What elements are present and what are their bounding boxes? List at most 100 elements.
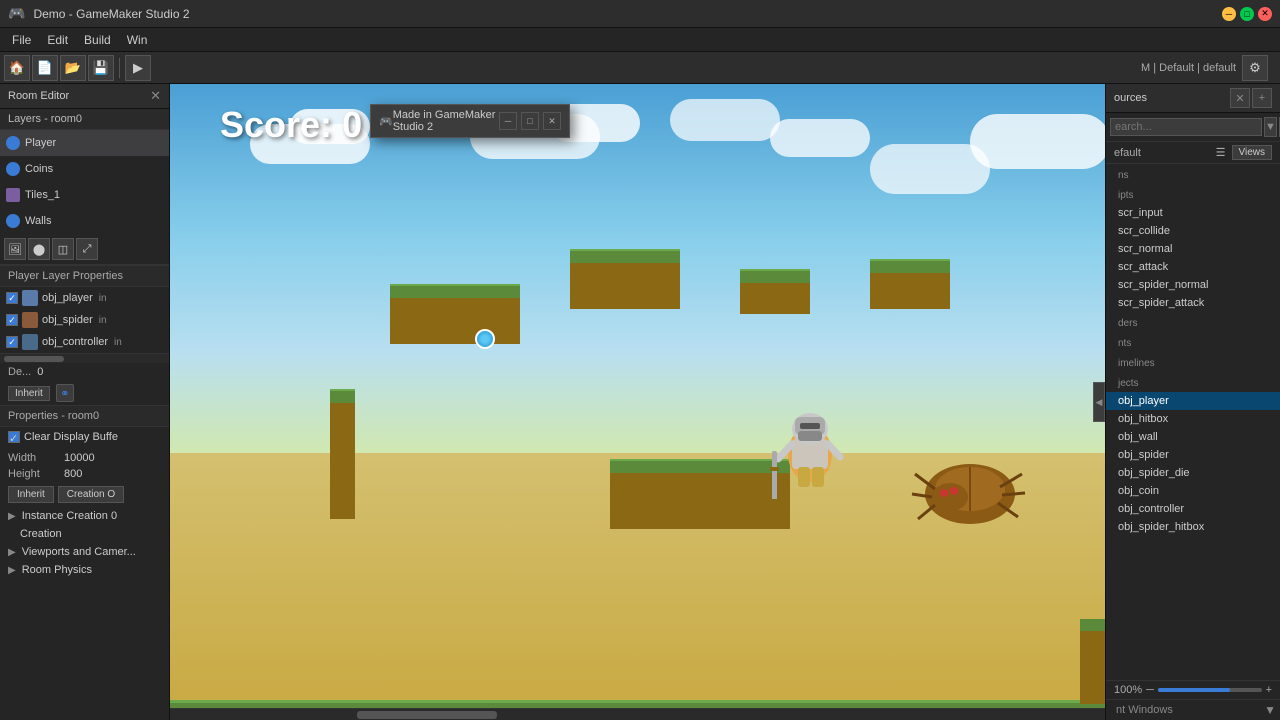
menu-win[interactable]: Win bbox=[119, 31, 156, 49]
instance-check-spider[interactable]: ✓ bbox=[6, 314, 18, 326]
player-layer-props-label: Player Layer Properties bbox=[8, 270, 123, 282]
views-icon: ☰ bbox=[1216, 146, 1226, 159]
instance-creation-row[interactable]: ▶ Instance Creation 0 bbox=[0, 507, 169, 525]
creation-button[interactable]: Creation O bbox=[58, 486, 124, 503]
bottom-scrollbar[interactable] bbox=[170, 708, 1105, 720]
bottom-tab-windows[interactable]: nt Windows bbox=[1110, 702, 1179, 718]
layers-header: Layers - room0 bbox=[0, 109, 169, 130]
right-panel: ources ✕ + ▼ ◀ ▶ efault ☰ Views ns ipts … bbox=[1105, 84, 1280, 720]
depth-value: 0 bbox=[37, 366, 43, 378]
platform-3 bbox=[740, 269, 810, 314]
left-panel: Room Editor ✕ Layers - room0 Player Coin… bbox=[0, 84, 170, 720]
layer-player[interactable]: Player bbox=[0, 130, 169, 156]
layer-tool-circle[interactable]: ⬤ bbox=[28, 238, 50, 260]
resource-obj-controller[interactable]: obj_controller bbox=[1106, 500, 1280, 518]
score-label: Score: bbox=[220, 104, 332, 145]
right-panel-add[interactable]: + bbox=[1252, 88, 1272, 108]
height-value: 800 bbox=[64, 468, 82, 480]
inherit-button[interactable]: Inherit bbox=[8, 386, 50, 401]
maximize-button[interactable]: □ bbox=[1240, 7, 1254, 21]
viewports-arrow: ▶ bbox=[8, 547, 16, 558]
resource-scr-attack[interactable]: scr_attack bbox=[1106, 258, 1280, 276]
room-physics-arrow: ▶ bbox=[8, 565, 16, 576]
chain-icon[interactable]: ⚭ bbox=[56, 384, 74, 402]
room-physics-row[interactable]: ▶ Room Physics bbox=[0, 561, 169, 579]
panel-close-button[interactable]: ✕ bbox=[150, 88, 161, 104]
platform-5 bbox=[610, 459, 790, 529]
popup-title-bar: 🎮 Made in GameMaker Studio 2 ─ □ ✕ bbox=[371, 105, 569, 137]
layer-coins[interactable]: Coins bbox=[0, 156, 169, 182]
platform-6 bbox=[330, 389, 355, 519]
resource-obj-wall[interactable]: obj_wall bbox=[1106, 428, 1280, 446]
toolbar-settings[interactable]: ⚙ bbox=[1242, 55, 1268, 81]
resource-scr-spider-normal[interactable]: scr_spider_normal bbox=[1106, 276, 1280, 294]
views-button[interactable]: Views bbox=[1232, 145, 1273, 160]
clear-display-checkbox[interactable]: ✓ bbox=[8, 431, 20, 443]
instance-obj-spider[interactable]: ✓ obj_spider in bbox=[0, 309, 169, 331]
resource-obj-spider-die[interactable]: obj_spider_die bbox=[1106, 464, 1280, 482]
search-input[interactable] bbox=[1110, 118, 1262, 136]
layer-tool-transform[interactable]: ⤢ bbox=[76, 238, 98, 260]
creation-tab-row[interactable]: Creation bbox=[0, 525, 169, 543]
instance-obj-controller[interactable]: ✓ obj_controller in bbox=[0, 331, 169, 353]
instance-icon-spider bbox=[22, 312, 38, 328]
properties-section: ✓ Clear Display Buffe bbox=[0, 427, 169, 450]
resource-obj-hitbox[interactable]: obj_hitbox bbox=[1106, 410, 1280, 428]
resource-scr-input[interactable]: scr_input bbox=[1106, 204, 1280, 222]
zoom-plus-icon[interactable]: + bbox=[1266, 684, 1272, 696]
viewports-row[interactable]: ▶ Viewports and Camer... bbox=[0, 543, 169, 561]
toolbar: 🏠 📄 📂 💾 ▶ M | Default | default ⚙ bbox=[0, 52, 1280, 84]
layer-tool-layers[interactable]: ◫ bbox=[52, 238, 74, 260]
bottom-scroll-thumb[interactable] bbox=[357, 711, 497, 719]
instance-check-player[interactable]: ✓ bbox=[6, 292, 18, 304]
panel-collapse-arrow[interactable]: ◀ bbox=[1093, 382, 1105, 422]
resource-obj-player[interactable]: obj_player bbox=[1106, 392, 1280, 410]
selection-dot[interactable] bbox=[475, 329, 495, 349]
layer-tool-image[interactable]: 🖼 bbox=[4, 238, 26, 260]
zoom-minus-icon[interactable]: ─ bbox=[1146, 684, 1154, 696]
right-wall bbox=[1080, 619, 1105, 704]
menu-edit[interactable]: Edit bbox=[39, 31, 76, 49]
toolbar-play[interactable]: ▶ bbox=[125, 55, 151, 81]
room-editor-title: Room Editor bbox=[8, 90, 69, 102]
horizontal-scrollbar[interactable] bbox=[0, 353, 169, 363]
instance-obj-player[interactable]: ✓ obj_player in bbox=[0, 287, 169, 309]
platform-2 bbox=[570, 249, 680, 309]
instance-icon-controller bbox=[22, 334, 38, 350]
viewports-label: Viewports and Camer... bbox=[22, 546, 136, 558]
resource-obj-coin[interactable]: obj_coin bbox=[1106, 482, 1280, 500]
layer-walls[interactable]: Walls bbox=[0, 208, 169, 234]
zoom-slider[interactable] bbox=[1158, 688, 1262, 692]
popup-maximize[interactable]: □ bbox=[521, 112, 539, 130]
resource-scr-collide[interactable]: scr_collide bbox=[1106, 222, 1280, 240]
toolbar-home[interactable]: 🏠 bbox=[4, 55, 30, 81]
toolbar-sep1 bbox=[119, 58, 120, 78]
instance-id-controller: in bbox=[114, 337, 122, 348]
close-button[interactable]: ✕ bbox=[1258, 7, 1272, 21]
right-panel-close[interactable]: ✕ bbox=[1230, 88, 1250, 108]
minimize-button[interactable]: ─ bbox=[1222, 7, 1236, 21]
menu-build[interactable]: Build bbox=[76, 31, 119, 49]
popup-minimize[interactable]: ─ bbox=[499, 112, 517, 130]
resource-scr-normal[interactable]: scr_normal bbox=[1106, 240, 1280, 258]
layer-dot-walls bbox=[6, 214, 20, 228]
inherit-room-button[interactable]: Inherit bbox=[8, 486, 54, 503]
scrollbar-thumb[interactable] bbox=[4, 356, 64, 362]
menu-file[interactable]: File bbox=[4, 31, 39, 49]
toolbar-save[interactable]: 💾 bbox=[88, 55, 114, 81]
resource-section-imelines: imelines bbox=[1106, 352, 1280, 372]
instance-check-controller[interactable]: ✓ bbox=[6, 336, 18, 348]
resource-scr-spider-attack[interactable]: scr_spider_attack bbox=[1106, 294, 1280, 312]
title-bar: 🎮 Demo - GameMaker Studio 2 ─ □ ✕ bbox=[0, 0, 1280, 28]
bottom-tab-arrow[interactable]: ▼ bbox=[1264, 703, 1276, 717]
resource-obj-spider[interactable]: obj_spider bbox=[1106, 446, 1280, 464]
instance-id-player: in bbox=[99, 293, 107, 304]
toolbar-new[interactable]: 📄 bbox=[32, 55, 58, 81]
resource-section-jects: jects bbox=[1106, 372, 1280, 392]
search-dropdown-button[interactable]: ▼ bbox=[1264, 117, 1277, 137]
popup-close[interactable]: ✕ bbox=[543, 112, 561, 130]
zoom-label: 100% bbox=[1114, 684, 1142, 696]
toolbar-open[interactable]: 📂 bbox=[60, 55, 86, 81]
layer-tiles[interactable]: Tiles_1 bbox=[0, 182, 169, 208]
resource-obj-spider-hitbox[interactable]: obj_spider_hitbox bbox=[1106, 518, 1280, 536]
